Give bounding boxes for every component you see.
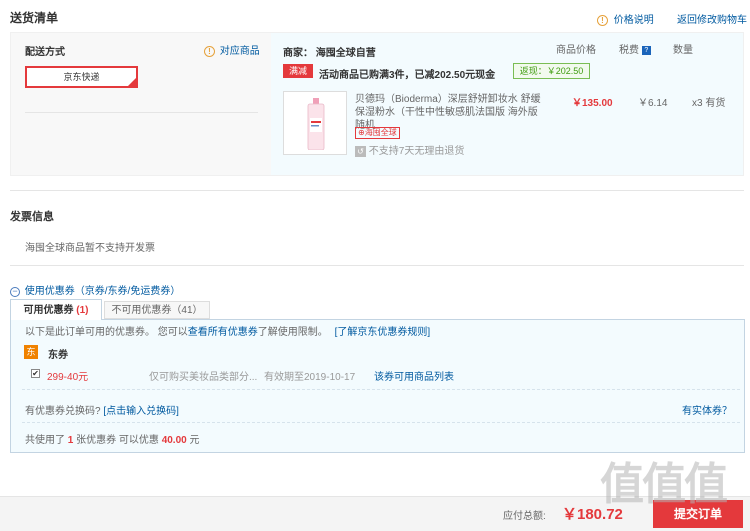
match-goods-label: 对应商品 [219, 46, 260, 57]
merchant-prefix: 商家： [283, 48, 313, 59]
promo-text: 活动商品已购满3件，已减202.50元现金 [319, 70, 496, 81]
tab-available-count: (1) [76, 305, 89, 316]
tab-available-coupons[interactable]: 可用优惠券 (1) [10, 299, 102, 320]
redeem-code-link[interactable]: [点击输入兑换码] [103, 406, 179, 417]
col-tax-label: 税费 [619, 45, 639, 56]
rebate-badge: 返现：￥202.50 [513, 63, 590, 79]
product-tax: ￥6.14 [638, 98, 668, 109]
product-price: ￥135.00 [572, 98, 613, 109]
coupon-summary: 共使用了 1 张优惠券 可以优惠 40.00 元 [25, 431, 200, 446]
express-option-label: 京东快递 [63, 72, 100, 82]
summary-prefix: 共使用了 [25, 435, 65, 446]
total-label: 应付总额: [503, 511, 546, 522]
globe-icon: ⊕ [358, 128, 365, 137]
no-return-note: ↺ 不支持7天无理由退货 [355, 142, 464, 157]
redeem-prompt: 有优惠券兑换码? [25, 406, 101, 417]
invoice-title: 发票信息 [10, 211, 54, 223]
redeem-row: 有优惠券兑换码? [点击输入兑换码] [25, 402, 179, 417]
coupon-info-suffix: 了解使用限制。 [257, 327, 328, 338]
collapse-icon: − [10, 287, 20, 297]
tab-unavailable-coupons[interactable]: 不可用优惠券（41） [104, 301, 210, 319]
global-tag: ⊕海囤全球 [355, 127, 400, 139]
coupon-scope: 仅可购买美妆品类部分... [149, 372, 258, 383]
summary-count: 1 [67, 435, 74, 446]
summary-mid: 张优惠券 可以优惠 [76, 435, 159, 446]
coupon-checkbox[interactable]: ✔ [31, 369, 40, 378]
help-icon[interactable]: ? [641, 45, 651, 55]
shipping-divider [25, 112, 258, 113]
coupon-info-prefix: 以下是此订单可用的优惠券。 您可以 [25, 327, 188, 338]
dong-coupon-title: 东券 [48, 350, 68, 361]
page-title: 送货清单 [10, 11, 59, 25]
section-divider [10, 265, 744, 266]
info-icon: ! [597, 14, 608, 26]
invoice-note: 海囤全球商品暂不支持开发票 [25, 243, 155, 254]
coupon-info: 以下是此订单可用的优惠券。 您可以查看所有优惠券了解使用限制。 [了解京东优惠券… [25, 323, 430, 338]
watermark-logo: 值值值 [600, 460, 728, 509]
merchant-label: 商家： 海囤全球自营 [283, 44, 376, 59]
promo-tag: 满减 [283, 64, 313, 78]
no-return-icon: ↺ [355, 146, 366, 157]
view-all-coupons-link[interactable]: 查看所有优惠券 [188, 327, 258, 338]
col-tax-header: 税费 ? [619, 41, 651, 56]
coupon-dashed-divider [22, 422, 740, 423]
coupon-amount: 299-40元 [47, 372, 89, 383]
price-note-link[interactable]: ! 价格说明 [597, 11, 654, 26]
col-price-header: 商品价格 [556, 45, 596, 56]
global-tag-label: 海囤全球 [364, 128, 397, 137]
express-option-button[interactable]: 京东快递 [25, 66, 138, 88]
physical-coupon-link[interactable]: 有实体券？ [682, 402, 732, 417]
info-icon: ! [204, 45, 215, 57]
coupon-rules-link[interactable]: [了解京东优惠券规则] [335, 327, 431, 338]
selected-corner-icon [128, 78, 136, 86]
no-return-label: 不支持7天无理由退货 [368, 146, 465, 157]
price-note-label: 价格说明 [613, 15, 654, 26]
merchant-name: 海囤全球自营 [315, 48, 376, 59]
shipping-method-label: 配送方式 [25, 47, 65, 58]
summary-amount: 40.00 [161, 435, 187, 446]
summary-unit: 元 [189, 435, 200, 446]
product-qty: x3 有货 [692, 98, 726, 109]
col-qty-header: 数量 [673, 45, 693, 56]
coupon-toggle-label: 使用优惠券（京券/东券/免运费券） [24, 286, 181, 297]
coupon-goods-link[interactable]: 该券可用商品列表 [374, 368, 454, 383]
match-goods-link[interactable]: ! 对应商品 [204, 42, 260, 57]
dong-coupon-icon: 东 [24, 345, 38, 359]
product-image[interactable] [283, 91, 347, 155]
tab-available-label: 可用优惠券 [23, 305, 74, 316]
back-to-cart-link[interactable]: 返回修改购物车 [677, 11, 747, 26]
bottle-icon [307, 98, 325, 150]
coupon-dashed-divider [22, 389, 740, 390]
section-divider [10, 190, 744, 191]
coupon-toggle[interactable]: − 使用优惠券（京券/东券/免运费券） [10, 282, 180, 297]
coupon-expiry: 有效期至2019-10-17 [264, 372, 356, 383]
